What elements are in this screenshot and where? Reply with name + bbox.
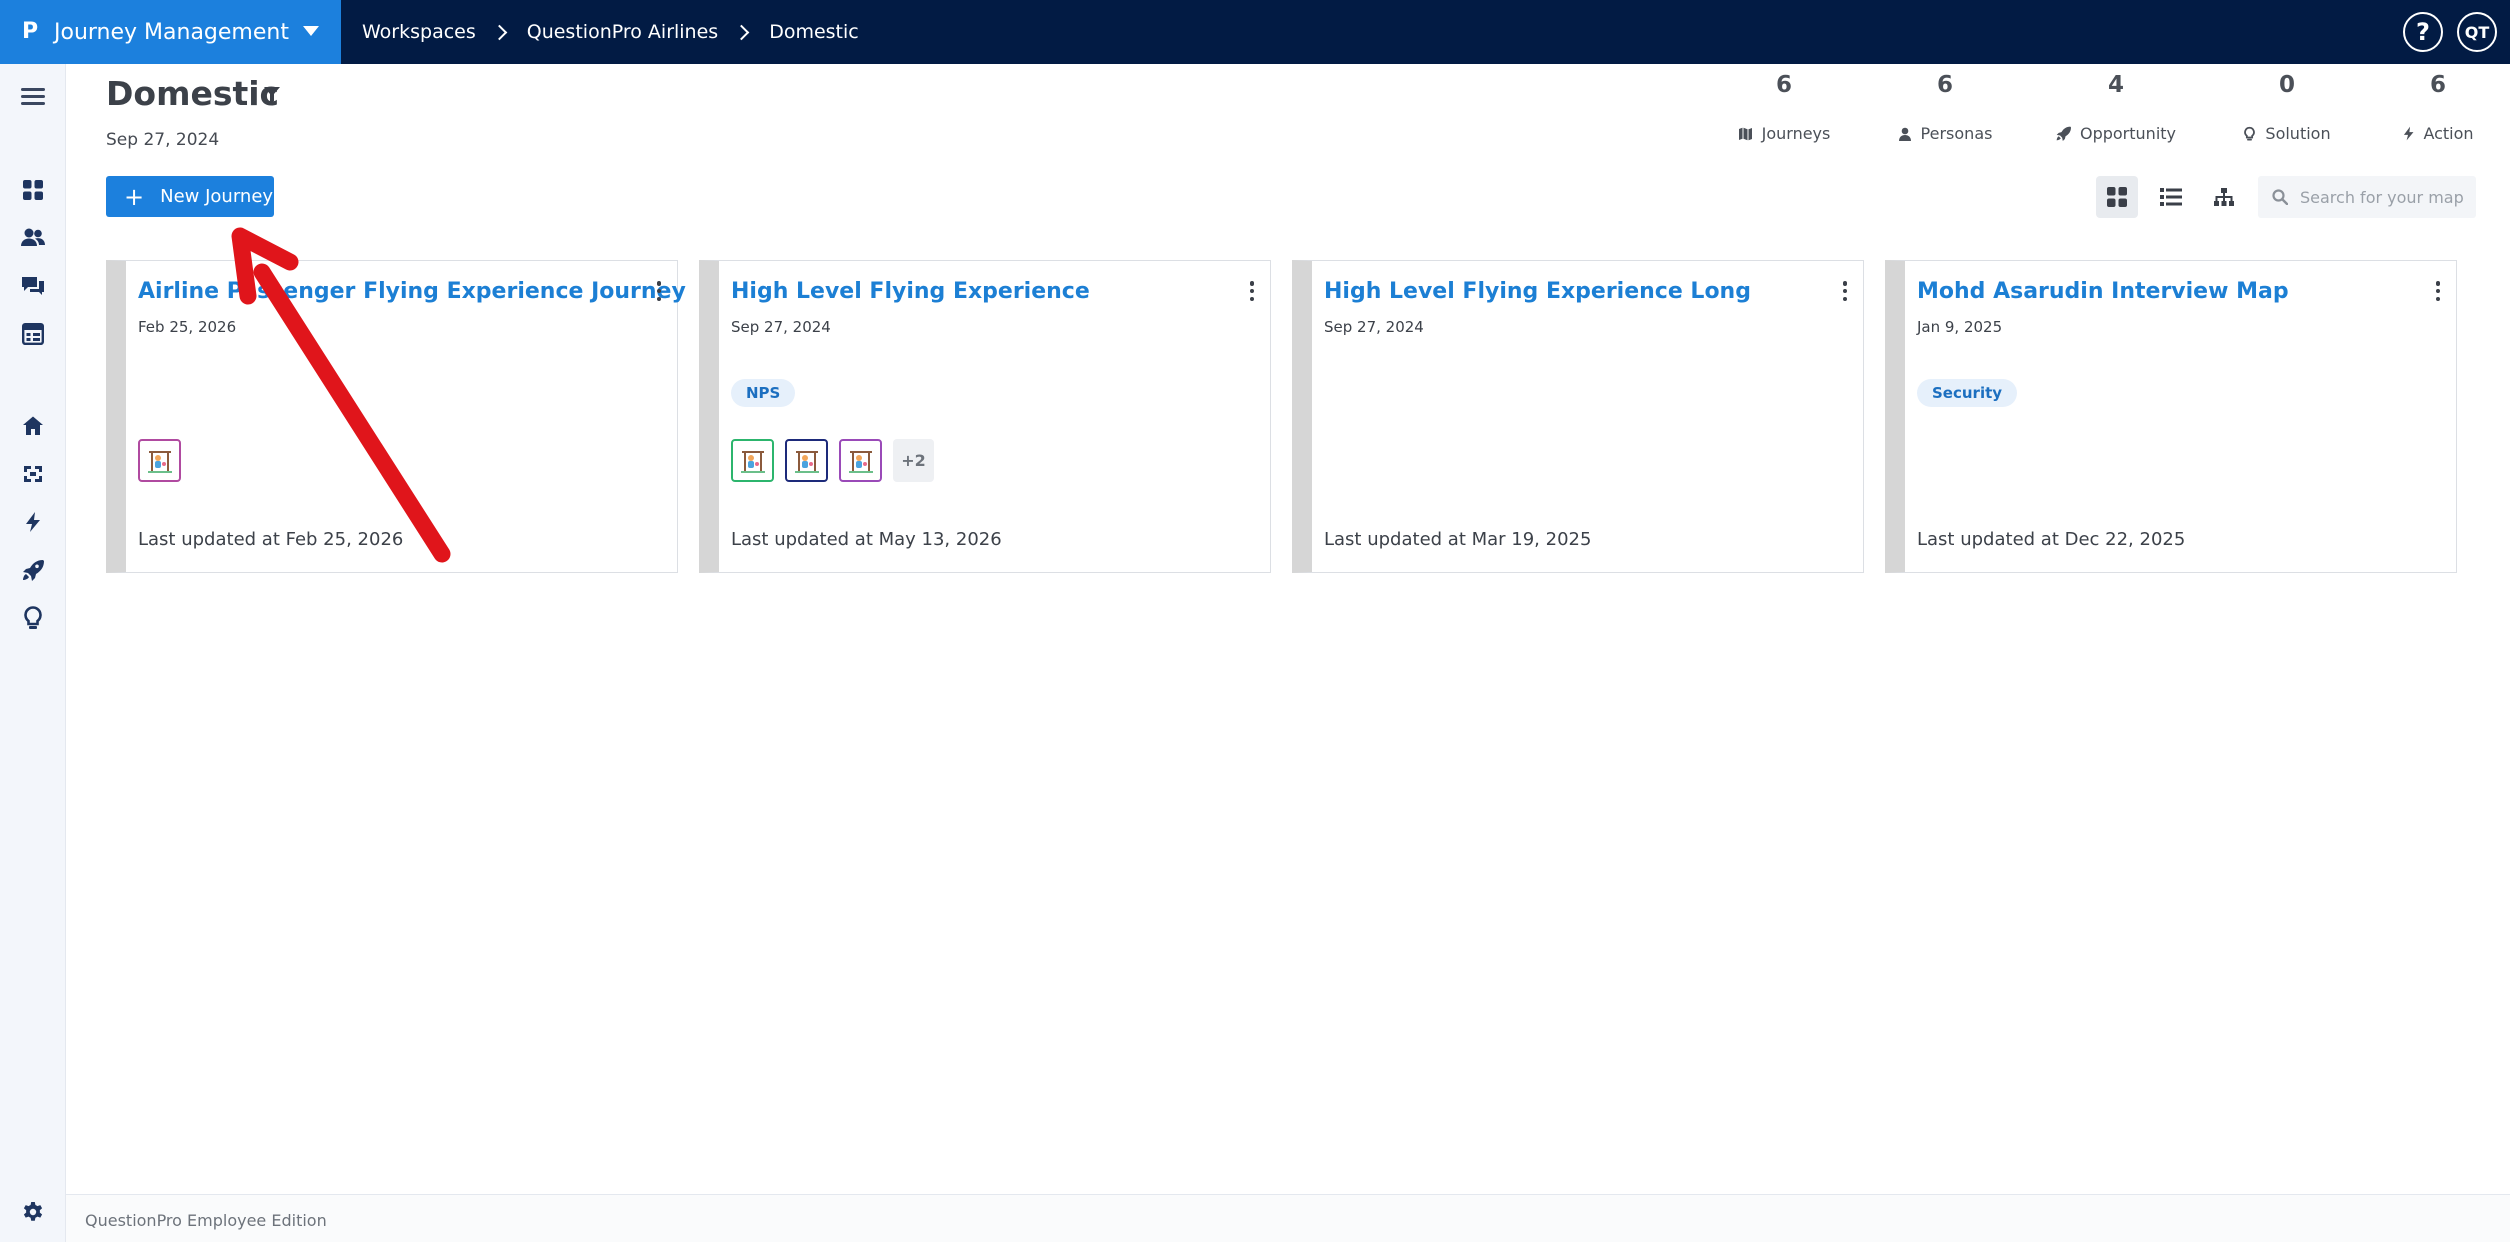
- stat-value: 6: [1775, 72, 1792, 98]
- stat-label: Personas: [1920, 124, 1993, 143]
- stat-solution[interactable]: 0 Solution: [2207, 72, 2367, 143]
- person-icon: [1898, 127, 1911, 141]
- new-journey-label: New Journey: [160, 186, 274, 207]
- page-title: Domestic: [106, 74, 280, 113]
- stat-opportunity[interactable]: 4 Opportunity: [2036, 72, 2196, 143]
- journey-title[interactable]: High Level Flying Experience Long: [1324, 279, 1751, 304]
- top-bar: P Journey Management Workspaces Question…: [0, 0, 2510, 64]
- sitemap-icon: [2214, 188, 2234, 206]
- lightbulb-icon: [2244, 126, 2256, 140]
- table-icon[interactable]: [19, 320, 47, 348]
- grid-view-icon: [2107, 187, 2127, 207]
- home-icon[interactable]: [19, 412, 47, 440]
- persona-illustration-icon: [147, 450, 172, 473]
- bolt-icon: [2404, 126, 2414, 141]
- last-updated: Last updated at Feb 25, 2026: [138, 529, 404, 550]
- stat-label: Action: [2423, 124, 2474, 143]
- chat-icon[interactable]: [19, 272, 47, 300]
- persona-avatar[interactable]: [785, 439, 828, 482]
- journey-date: Feb 25, 2026: [138, 318, 237, 336]
- map-icon: [1738, 127, 1752, 140]
- user-avatar[interactable]: QT: [2457, 12, 2497, 52]
- persona-illustration-icon: [848, 450, 873, 473]
- persona-avatar[interactable]: [731, 439, 774, 482]
- new-journey-button[interactable]: + New Journey: [106, 176, 274, 217]
- footer: QuestionPro Employee Edition: [66, 1194, 2510, 1242]
- caret-down-icon: [303, 26, 319, 36]
- journey-date: Jan 9, 2025: [1917, 318, 2003, 336]
- stat-action[interactable]: 6 Action: [2358, 72, 2510, 143]
- journey-card[interactable]: Mohd Asarudin Interview Map Jan 9, 2025 …: [1885, 260, 2457, 573]
- stat-value: 6: [2429, 72, 2446, 98]
- help-button[interactable]: ?: [2403, 12, 2443, 52]
- stat-label: Journeys: [1761, 124, 1831, 143]
- stat-value: 0: [2278, 72, 2295, 98]
- lightbulb-icon[interactable]: [19, 604, 47, 632]
- plus-icon: +: [124, 182, 145, 211]
- tag-badge: Security: [1917, 379, 2018, 407]
- breadcrumb: Workspaces QuestionPro Airlines Domestic: [362, 0, 859, 64]
- chevron-right-icon: [733, 24, 750, 40]
- questionpro-logo: P: [22, 19, 39, 44]
- users-icon[interactable]: [19, 224, 47, 252]
- app-switcher[interactable]: P Journey Management: [0, 0, 341, 64]
- more-vertical-icon[interactable]: [2434, 279, 2442, 303]
- grid-view-button[interactable]: [2096, 176, 2138, 218]
- persona-list: [138, 439, 181, 482]
- search-icon: [2272, 189, 2288, 205]
- journey-card[interactable]: High Level Flying Experience Sep 27, 202…: [699, 260, 1271, 573]
- search-input[interactable]: [2300, 187, 2470, 207]
- list-view-button[interactable]: [2150, 176, 2192, 218]
- journey-date: Sep 27, 2024: [1324, 318, 1424, 336]
- persona-illustration-icon: [794, 450, 819, 473]
- more-vertical-icon[interactable]: [1841, 279, 1849, 303]
- last-updated: Last updated at Dec 22, 2025: [1917, 529, 2186, 550]
- persona-list: +2: [731, 439, 934, 482]
- settings-gear-icon[interactable]: [19, 1198, 47, 1226]
- filter-icon[interactable]: [263, 86, 281, 108]
- more-vertical-icon[interactable]: [1248, 279, 1256, 303]
- page-date: Sep 27, 2024: [106, 130, 220, 150]
- journey-title[interactable]: High Level Flying Experience: [731, 279, 1090, 304]
- stat-label: Opportunity: [2079, 124, 2176, 143]
- journey-map-icon[interactable]: [19, 460, 47, 488]
- breadcrumb-workspace[interactable]: QuestionPro Airlines: [527, 21, 718, 43]
- dashboard-icon[interactable]: [19, 176, 47, 204]
- journey-date: Sep 27, 2024: [731, 318, 831, 336]
- journey-card[interactable]: Airline Passenger Flying Experience Jour…: [106, 260, 686, 573]
- stat-label: Solution: [2265, 124, 2331, 143]
- persona-illustration-icon: [740, 450, 765, 473]
- bolt-icon[interactable]: [19, 508, 47, 536]
- journey-title[interactable]: Airline Passenger Flying Experience Jour…: [138, 279, 686, 304]
- rocket-icon: [2056, 126, 2071, 141]
- breadcrumb-current: Domestic: [769, 21, 859, 43]
- chevron-right-icon: [491, 24, 508, 40]
- persona-avatar[interactable]: [839, 439, 882, 482]
- footer-text: QuestionPro Employee Edition: [85, 1211, 327, 1230]
- journey-card[interactable]: High Level Flying Experience Long Sep 27…: [1292, 260, 1864, 573]
- more-personas-badge[interactable]: +2: [893, 439, 934, 482]
- map-search: [2258, 176, 2476, 218]
- more-vertical-icon[interactable]: [655, 279, 663, 303]
- hierarchy-view-button[interactable]: [2203, 176, 2245, 218]
- persona-avatar[interactable]: [138, 439, 181, 482]
- stat-journeys[interactable]: 6 Journeys: [1704, 72, 1864, 143]
- stat-value: 4: [2107, 72, 2124, 98]
- stat-value: 6: [1936, 72, 1953, 98]
- journey-title[interactable]: Mohd Asarudin Interview Map: [1917, 279, 2289, 304]
- stat-personas[interactable]: 6 Personas: [1865, 72, 2025, 143]
- breadcrumb-workspaces[interactable]: Workspaces: [362, 21, 476, 43]
- left-sidebar: [0, 64, 66, 1242]
- rocket-icon[interactable]: [19, 556, 47, 584]
- menu-icon[interactable]: [19, 83, 47, 111]
- list-view-icon: [2160, 188, 2182, 206]
- last-updated: Last updated at May 13, 2026: [731, 529, 1002, 550]
- app-name: Journey Management: [54, 19, 289, 45]
- tag-badge: NPS: [731, 379, 796, 407]
- last-updated: Last updated at Mar 19, 2025: [1324, 529, 1592, 550]
